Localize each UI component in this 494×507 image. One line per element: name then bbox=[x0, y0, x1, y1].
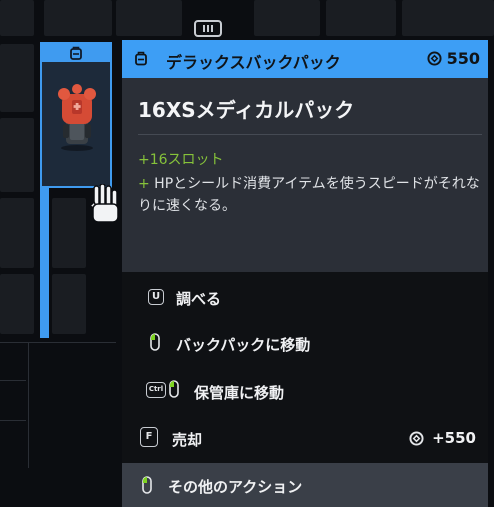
panel-header: デラックスバックパック 550 bbox=[122, 40, 488, 78]
hand-cursor-icon bbox=[88, 184, 119, 223]
action-inspect[interactable]: U 調べる bbox=[122, 275, 488, 319]
grid-cell[interactable] bbox=[0, 0, 34, 36]
grid-cell[interactable] bbox=[326, 0, 396, 36]
action-move-to-stash[interactable]: Ctrl 保管庫に移動 bbox=[122, 369, 488, 413]
key-f-icon: F bbox=[140, 427, 158, 447]
item-context-panel: デラックスバックパック 550 16XSメディカルパック +16スロット + H… bbox=[122, 40, 488, 507]
description-text: HPとシールド消費アイテムを使うスピードがそれなりに速くなる。 bbox=[138, 176, 480, 214]
ctrl-left-mouse-icon bbox=[169, 380, 179, 398]
grid-cell[interactable] bbox=[0, 274, 34, 334]
action-move-to-backpack-label: バックパックに移動 bbox=[176, 336, 311, 354]
description-plus: + bbox=[138, 176, 150, 192]
grid-cell[interactable] bbox=[116, 0, 182, 36]
item-stat: +16スロット bbox=[138, 152, 224, 168]
backpack-badge-icon bbox=[70, 46, 82, 60]
action-more-label: その他のアクション bbox=[168, 478, 303, 496]
item-price: 550 bbox=[427, 49, 480, 68]
left-mouse-icon bbox=[150, 333, 160, 351]
action-inspect-label: 調べる bbox=[176, 290, 222, 308]
item-description: + HPとシールド消費アイテムを使うスピードがそれなりに速くなる。 bbox=[138, 173, 482, 217]
currency-icon bbox=[409, 430, 424, 446]
grid-cell[interactable] bbox=[254, 0, 320, 36]
grid-cell[interactable] bbox=[0, 118, 34, 192]
grid-divider bbox=[0, 380, 26, 381]
ctrl-key-icon: Ctrl bbox=[146, 382, 166, 398]
grid-cell[interactable] bbox=[402, 0, 494, 36]
action-move-to-backpack[interactable]: バックパックに移動 bbox=[122, 321, 488, 365]
details-separator bbox=[138, 134, 482, 135]
item-name: 16XSメディカルパック bbox=[138, 98, 355, 122]
backpack-icon bbox=[135, 51, 147, 66]
action-move-to-stash-label: 保管庫に移動 bbox=[194, 384, 285, 402]
currency-icon bbox=[427, 51, 442, 66]
grid-cell[interactable] bbox=[0, 44, 34, 112]
grid-cell[interactable] bbox=[0, 198, 34, 268]
inventory-tab-icon[interactable] bbox=[194, 20, 222, 37]
grid-divider bbox=[28, 342, 29, 468]
grid-divider bbox=[0, 342, 116, 343]
key-u-icon: U bbox=[148, 289, 164, 305]
sell-value-text: +550 bbox=[432, 429, 476, 447]
grid-cell[interactable] bbox=[52, 274, 86, 334]
item-details: 16XSメディカルパック +16スロット + HPとシールド消費アイテムを使うス… bbox=[122, 78, 488, 272]
grid-cell[interactable] bbox=[52, 198, 86, 268]
slot-rail bbox=[40, 188, 49, 338]
grid-divider bbox=[0, 420, 26, 421]
medical-backpack-icon bbox=[58, 84, 96, 151]
item-category-title: デラックスバックパック bbox=[166, 53, 341, 72]
item-price-value: 550 bbox=[446, 49, 480, 68]
selected-backpack-slot[interactable] bbox=[40, 42, 112, 188]
action-more[interactable]: その他のアクション bbox=[122, 463, 488, 507]
sell-value: +550 bbox=[409, 429, 476, 447]
right-mouse-icon bbox=[142, 476, 152, 494]
action-sell-label: 売却 bbox=[172, 431, 203, 449]
grid-cell[interactable] bbox=[44, 0, 112, 36]
action-menu: U 調べる バックパックに移動 Ctrl 保管庫に移動 F 売却 +550 その… bbox=[122, 272, 488, 507]
action-sell[interactable]: F 売却 +550 bbox=[122, 416, 488, 460]
